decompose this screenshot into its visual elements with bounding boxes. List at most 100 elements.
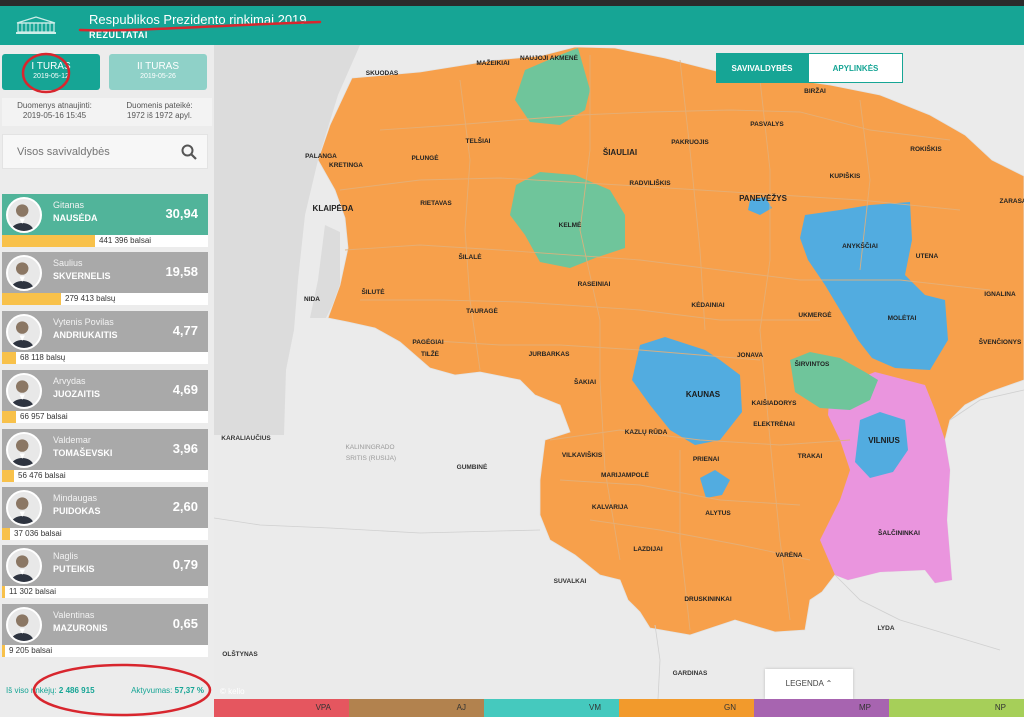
map-label-pasvalys: PASVALYS	[750, 121, 784, 128]
candidate-last-name: JUOZAITIS	[53, 389, 101, 399]
map-label-pagegiai: PAGĖGIAI	[412, 338, 443, 346]
map-label-zarasai: ZARASAI	[1000, 198, 1024, 205]
municipality-search	[2, 134, 208, 169]
candidate-header[interactable]: Naglis PUTEIKIS 0,79	[2, 545, 208, 586]
map-label-trakai: TRAKAI	[798, 453, 823, 460]
map-label-vilkaviskis: VILKAVIŠKIS	[562, 450, 603, 459]
map-label-sirvintos: ŠIRVINTOS	[795, 359, 830, 368]
candidate-header[interactable]: Gitanas NAUSĖDA 30,94	[2, 194, 208, 235]
legend-button[interactable]: LEGENDA ⌃	[765, 669, 853, 699]
candidate-votes: 9 205 balsai	[9, 646, 53, 655]
map-label-ukmerge: UKMERGĖ	[798, 311, 832, 319]
map-label-tilze: TILŽĖ	[421, 349, 440, 358]
precincts-toggle[interactable]: APYLINKĖS	[808, 53, 903, 83]
party-segment: NP	[889, 699, 1024, 717]
candidate-percent: 2,60	[172, 499, 198, 514]
candidate-photo	[6, 314, 42, 350]
candidate-last-name: SKVERNELIS	[53, 271, 111, 281]
candidate-photo	[6, 432, 42, 468]
map-label-jurbarkas: JURBARKAS	[529, 351, 570, 358]
party-code: MP	[859, 703, 871, 712]
candidate-card[interactable]: Arvydas JUOZAITIS 4,69 66 957 balsai	[2, 370, 208, 423]
map-label-jonava: JONAVA	[737, 352, 763, 359]
candidate-first-name: Mindaugas	[53, 493, 98, 503]
lithuania-map[interactable]: SKUODAS MAŽEIKIAI NAUJOJI AKMENĖ BIRŽAI PASV…	[214, 45, 1024, 699]
party-segment: GN	[619, 699, 754, 717]
candidate-card[interactable]: Vytenis Povilas ANDRIUKAITIS 4,77 68 118 ba…	[2, 311, 208, 364]
candidate-header[interactable]: Arvydas JUOZAITIS 4,69	[2, 370, 208, 411]
vote-bar: 441 396 balsai	[2, 235, 208, 247]
candidate-photo	[6, 373, 42, 409]
candidate-card[interactable]: Valdemar TOMAŠEVSKI 3,96 56 476 balsai	[2, 429, 208, 482]
vote-bar-fill	[2, 235, 95, 247]
vote-bar-fill	[2, 411, 16, 423]
vote-bar-fill	[2, 470, 14, 482]
map-label-birzai: BIRŽAI	[804, 86, 826, 95]
map-label-utena: UTENA	[916, 253, 939, 260]
map-label-prienai: PRIENAI	[693, 456, 720, 463]
candidate-last-name: ANDRIUKAITIS	[53, 330, 118, 340]
round-2-button[interactable]: II TURAS 2019-05-26	[109, 54, 207, 90]
map-label-radviliskis: RADVILIŠKIS	[629, 178, 671, 187]
vote-bar-fill	[2, 352, 16, 364]
candidate-photo	[6, 490, 42, 526]
candidate-percent: 0,79	[172, 557, 198, 572]
candidate-last-name: MAZURONIS	[53, 623, 108, 633]
candidate-percent: 4,69	[172, 382, 198, 397]
candidate-percent: 19,58	[165, 264, 198, 279]
candidate-card[interactable]: Valentinas MAZURONIS 0,65 9 205 balsai	[2, 604, 208, 657]
candidate-first-name: Naglis	[53, 551, 79, 561]
map-label-kalvarija: KALVARIJA	[592, 504, 629, 511]
map-label-vilnius: VILNIUS	[868, 436, 900, 445]
map-label-silale: ŠILALĖ	[458, 252, 482, 261]
round-date: 2019-05-26	[140, 73, 176, 80]
candidate-header[interactable]: Mindaugas PUIDOKAS 2,60	[2, 487, 208, 528]
party-segment: MP	[754, 699, 889, 717]
candidate-last-name: PUIDOKAS	[53, 506, 101, 516]
map-label-raseiniai: RASEINIAI	[578, 281, 611, 288]
party-segment: VM	[484, 699, 619, 717]
red-underline-annotation	[78, 20, 322, 32]
map-watermark: © kelio	[220, 687, 245, 696]
map-label-kaliningrado: KALININGRADO	[345, 444, 394, 451]
candidate-card[interactable]: Mindaugas PUIDOKAS 2,60 37 036 balsai	[2, 487, 208, 540]
candidate-card[interactable]: Saulius SKVERNELIS 19,58 279 413 balsų	[2, 252, 208, 305]
candidate-header[interactable]: Saulius SKVERNELIS 19,58	[2, 252, 208, 293]
map-label-ignalina: IGNALINA	[984, 291, 1016, 298]
chevron-up-icon: ⌃	[825, 679, 833, 688]
map-label-anyksciai: ANYKŠČIAI	[842, 241, 878, 250]
candidate-card[interactable]: Gitanas NAUSĖDA 30,94 441 396 balsai	[2, 194, 208, 247]
party-segment: VPA	[214, 699, 349, 717]
municipalities-toggle[interactable]: SAVIVALDYBĖS	[716, 53, 808, 83]
candidate-header[interactable]: Valentinas MAZURONIS 0,65	[2, 604, 208, 645]
vote-bar-fill	[2, 293, 61, 305]
candidate-last-name: TOMAŠEVSKI	[53, 448, 113, 458]
map-label-gumbine: GUMBINĖ	[457, 463, 488, 471]
party-code: AJ	[456, 703, 466, 712]
candidate-first-name: Valentinas	[53, 610, 95, 620]
vote-bar: 68 118 balsų	[2, 352, 208, 364]
map-label-palanga: PALANGA	[305, 153, 337, 160]
map-label-gardinas: GARDINAS	[673, 670, 708, 677]
map-label-panevezys: PANEVĖŽYS	[739, 194, 788, 203]
candidate-photo	[6, 548, 42, 584]
map-label-alytus: ALYTUS	[705, 510, 731, 517]
map-label-varena: VARĖNA	[776, 551, 803, 559]
candidate-card[interactable]: Naglis PUTEIKIS 0,79 11 302 balsai	[2, 545, 208, 598]
results-map[interactable]: SKUODAS MAŽEIKIAI NAUJOJI AKMENĖ BIRŽAI PASV…	[214, 45, 1024, 699]
candidate-header[interactable]: Valdemar TOMAŠEVSKI 3,96	[2, 429, 208, 470]
map-label-kazlu: KAZLŲ RŪDA	[625, 428, 668, 436]
search-input[interactable]	[3, 135, 173, 168]
candidate-last-name: NAUSĖDA	[53, 213, 98, 223]
map-label-lyda: LYDA	[877, 625, 894, 632]
candidate-first-name: Saulius	[53, 258, 83, 268]
map-label-lazdijai: LAZDIJAI	[633, 546, 662, 553]
vote-bar-fill	[2, 645, 5, 657]
search-icon[interactable]	[181, 144, 197, 160]
map-label-kedainiai: KĖDAINIAI	[691, 301, 724, 309]
vote-bar: 279 413 balsų	[2, 293, 208, 305]
map-label-svencionys: ŠVENČIONYS	[979, 337, 1022, 346]
map-label-silute: ŠILUTĖ	[361, 287, 385, 296]
party-segment: AJ	[349, 699, 484, 717]
candidate-header[interactable]: Vytenis Povilas ANDRIUKAITIS 4,77	[2, 311, 208, 352]
